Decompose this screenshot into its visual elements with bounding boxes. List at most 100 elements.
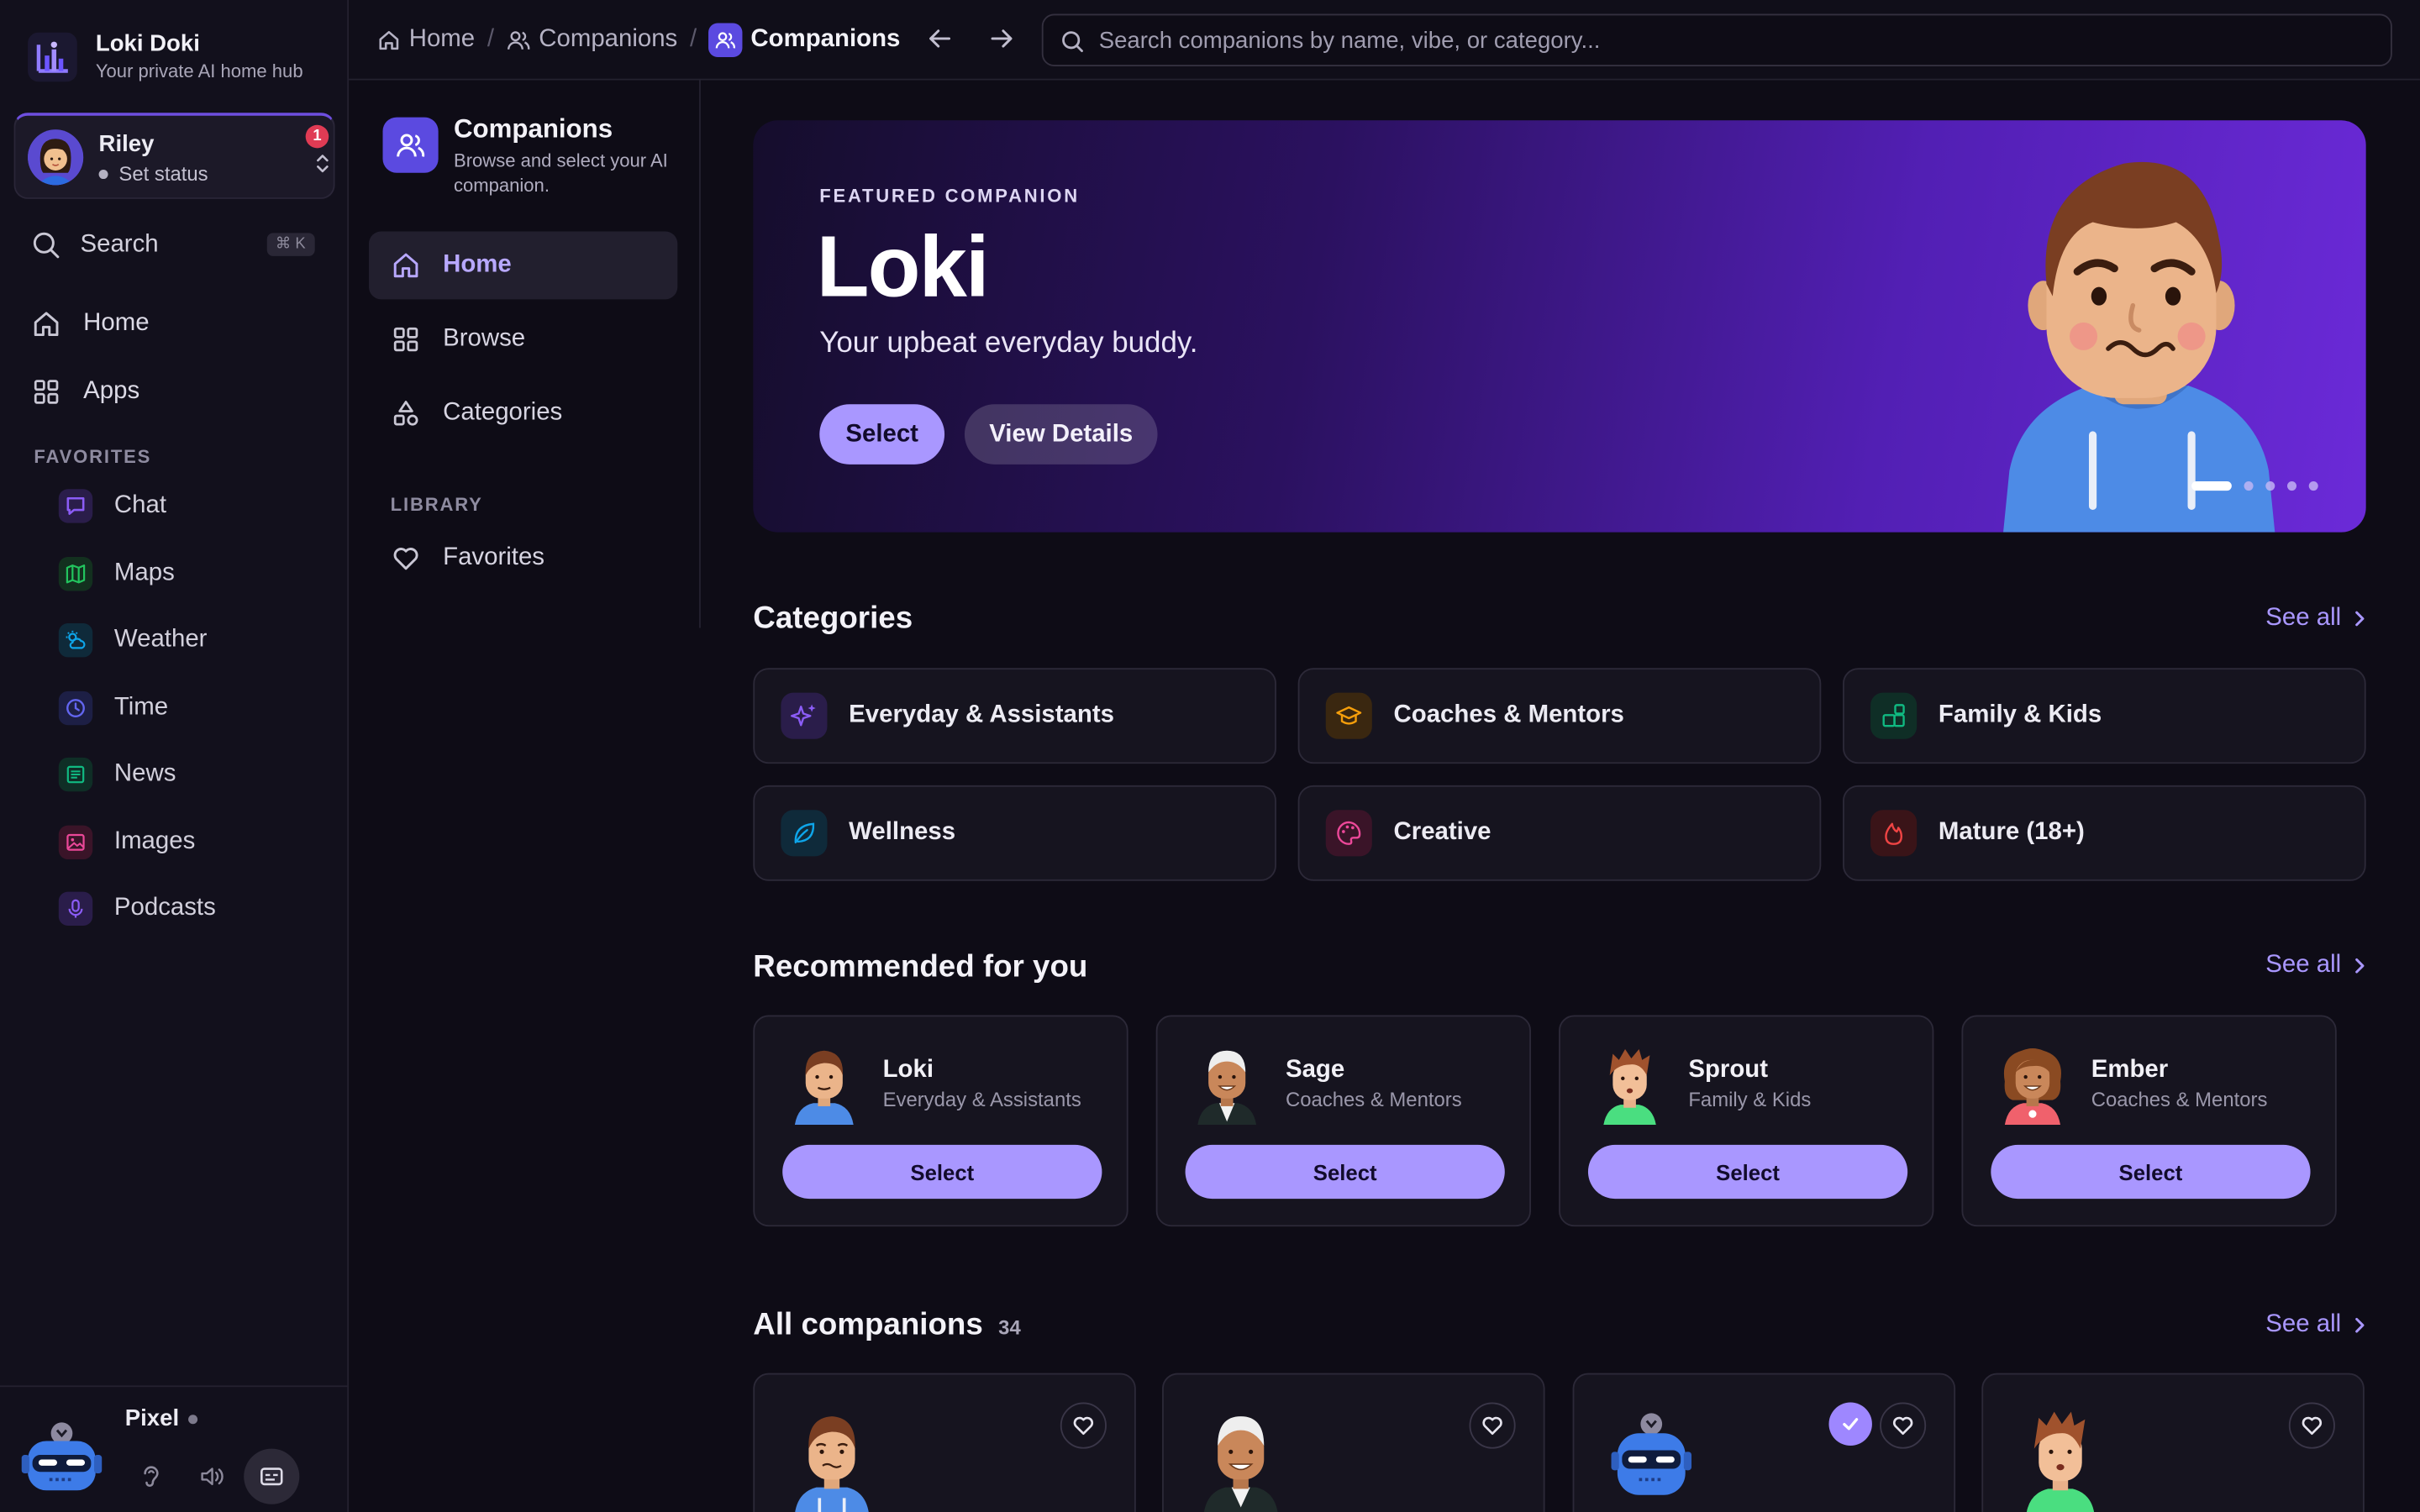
library-heading: LIBRARY [390, 493, 483, 516]
favorite-podcasts[interactable]: Podcasts [58, 891, 216, 927]
brand[interactable]: Loki Doki Your private AI home hub [28, 31, 303, 81]
all-companions-heading: All companions 34 [753, 1309, 1020, 1344]
sidebar-search[interactable]: Search ⌘ K [31, 228, 318, 262]
select-button[interactable]: Select [782, 1144, 1102, 1200]
favorite-weather[interactable]: Weather [58, 623, 208, 658]
hero-select-button[interactable]: Select [819, 404, 945, 465]
carousel-dot[interactable] [2244, 481, 2254, 491]
favorite-label: Chat [113, 491, 166, 519]
favorite-news[interactable]: News [58, 757, 176, 792]
breadcrumb-home[interactable]: Home [376, 26, 475, 54]
all-companions-see-all-link[interactable]: See all [2265, 1311, 2369, 1339]
hearing-button[interactable] [124, 1449, 179, 1504]
favorite-toggle[interactable] [2288, 1402, 2335, 1449]
notification-badge[interactable]: 1 [305, 124, 329, 149]
heart-icon [1482, 1416, 1502, 1435]
category-label: Coaches & Mentors [1393, 701, 1624, 728]
loki-doki-logo [28, 31, 77, 81]
category-mature[interactable]: Mature (18+) [1843, 785, 2366, 881]
forward-arrow-icon[interactable] [986, 24, 1018, 55]
grid-icon [393, 327, 418, 352]
select-button[interactable]: Select [1587, 1144, 1908, 1200]
user-status[interactable]: Set status [98, 162, 208, 185]
subnav-item-label: Favorites [443, 544, 544, 571]
category-everyday-assistants[interactable]: Everyday & Assistants [753, 668, 1276, 764]
carousel-dot[interactable] [2265, 481, 2275, 491]
companion-card[interactable] [753, 1373, 1136, 1512]
subnav-item-categories[interactable]: Categories [369, 380, 677, 448]
categories-title: Categories [753, 601, 913, 636]
category-coaches-mentors[interactable]: Coaches & Mentors [1297, 668, 1822, 764]
categories-see-all-link[interactable]: See all [2265, 605, 2369, 633]
recommended-card-sage[interactable]: Sage Coaches & Mentors Select [1155, 1015, 1532, 1227]
subnav-item-label: Categories [443, 399, 563, 426]
favorite-chat[interactable]: Chat [58, 489, 166, 523]
user-switcher[interactable]: Riley Set status 1 [13, 113, 335, 199]
heart-icon [1892, 1416, 1913, 1435]
volume-button[interactable] [184, 1449, 239, 1504]
favorite-label: Weather [113, 626, 208, 653]
featured-companion-hero: FEATURED COMPANION Loki Your upbeat ever… [753, 120, 2366, 533]
favorite-toggle[interactable] [1469, 1402, 1516, 1449]
companion-name: Loki [882, 1057, 934, 1084]
companion-card[interactable] [1981, 1373, 2365, 1512]
back-arrow-icon[interactable] [924, 24, 955, 55]
select-button[interactable]: Select [1991, 1144, 2311, 1200]
companion-category: Coaches & Mentors [2091, 1087, 2268, 1111]
recommended-card-sprout[interactable]: Sprout Family & Kids Select [1559, 1015, 1934, 1227]
subnav-item-favorites[interactable]: Favorites [369, 524, 677, 592]
favorite-toggle[interactable] [1060, 1402, 1107, 1449]
favorites-heading: FAVORITES [34, 445, 152, 468]
favorite-label: Maps [113, 559, 175, 586]
recommended-see-all-link[interactable]: See all [2265, 952, 2369, 979]
pixel-robot-avatar[interactable] [18, 1403, 105, 1495]
category-family-kids[interactable]: Family & Kids [1843, 668, 2366, 764]
selected-check-icon [1828, 1402, 1872, 1446]
breadcrumb-label: Companions [539, 26, 678, 53]
companion-category: Family & Kids [1688, 1087, 1812, 1111]
graduation-cap-icon [1325, 692, 1372, 739]
category-creative[interactable]: Creative [1297, 785, 1822, 881]
recommended-heading: Recommended for you [753, 950, 1087, 985]
heart-icon [2302, 1416, 2323, 1435]
favorite-time[interactable]: Time [58, 690, 168, 726]
chat-icon [58, 489, 93, 523]
breadcrumb-companions[interactable]: Companions [507, 26, 678, 54]
chevron-right-icon [2355, 1317, 2365, 1333]
home-icon [379, 30, 399, 50]
pixel-robot-avatar [1611, 1413, 1692, 1495]
blocks-icon [1870, 692, 1918, 739]
favorite-toggle[interactable] [1880, 1402, 1927, 1449]
subnav-item-home[interactable]: Home [368, 231, 678, 300]
sparkles-icon [781, 692, 828, 739]
favorite-maps[interactable]: Maps [58, 557, 175, 591]
recommended-card-ember[interactable]: Ember Coaches & Mentors Select [1961, 1015, 2337, 1227]
subnav-item-browse[interactable]: Browse [369, 306, 677, 374]
grid-icon [34, 380, 59, 404]
top-bar: Home / Companions / Companions [349, 0, 2420, 81]
hero-view-details-button[interactable]: View Details [964, 404, 1158, 465]
category-wellness[interactable]: Wellness [753, 785, 1276, 881]
select-button[interactable]: Select [1185, 1144, 1505, 1200]
recommended-card-loki[interactable]: Loki Everyday & Assistants Select [753, 1015, 1128, 1227]
captions-button[interactable] [244, 1448, 300, 1504]
companion-card-selected[interactable] [1572, 1373, 1956, 1512]
sidebar-item-apps[interactable]: Apps [31, 376, 139, 407]
see-all-label: See all [2265, 1311, 2342, 1338]
sage-avatar [1197, 1050, 1257, 1125]
users-icon [708, 23, 744, 57]
carousel-dot[interactable] [2308, 481, 2318, 491]
sidebar-item-home[interactable]: Home [31, 308, 150, 339]
chevron-right-icon [2355, 958, 2365, 974]
search-input[interactable] [1098, 15, 2365, 66]
companion-card[interactable] [1162, 1373, 1545, 1512]
carousel-dot-active[interactable] [2191, 481, 2232, 491]
subnav-item-label: Browse [443, 325, 526, 352]
chevron-right-icon [2355, 611, 2365, 627]
companion-name: Sage [1285, 1057, 1345, 1084]
favorite-images[interactable]: Images [58, 825, 195, 860]
carousel-dot[interactable] [2286, 481, 2297, 491]
users-icon [508, 31, 530, 50]
companion-search[interactable] [1041, 13, 2392, 66]
hero-tagline: Your upbeat everyday buddy. [819, 327, 1198, 360]
